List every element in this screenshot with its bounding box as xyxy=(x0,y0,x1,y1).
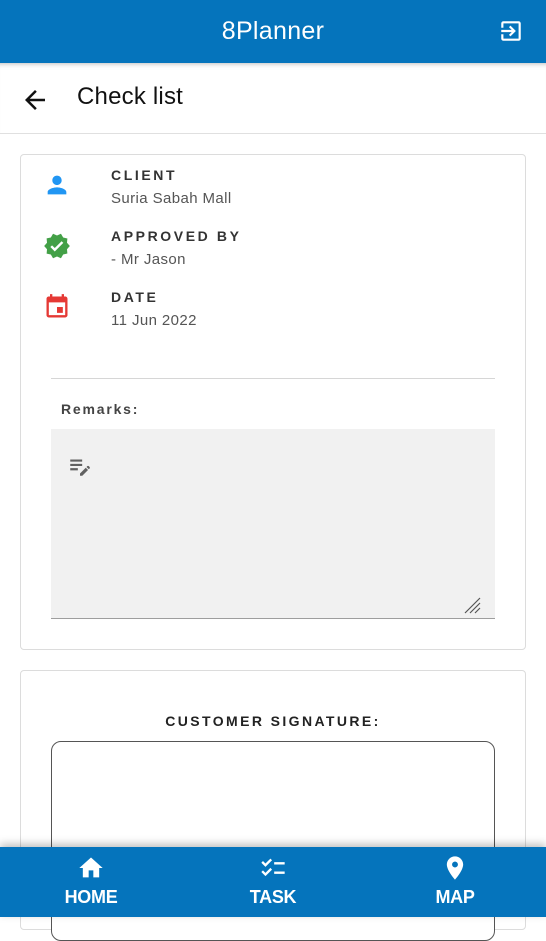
client-value: Suria Sabah Mall xyxy=(111,190,232,207)
verified-icon xyxy=(44,233,70,259)
app-bar: 8Planner xyxy=(0,0,546,63)
approved-by-value: - Mr Jason xyxy=(111,251,186,268)
client-label: CLIENT xyxy=(111,167,178,183)
approved-by-label: APPROVED BY xyxy=(111,228,242,244)
nav-map[interactable]: MAP xyxy=(364,847,546,917)
checklist-details-card: CLIENT Suria Sabah Mall APPROVED BY - Mr… xyxy=(20,154,526,650)
date-label: DATE xyxy=(111,289,159,305)
nav-home-label: HOME xyxy=(64,887,118,907)
person-icon xyxy=(47,175,67,195)
remarks-textarea[interactable] xyxy=(51,429,495,619)
nav-task[interactable]: TASK xyxy=(182,847,364,917)
page-header: Check list xyxy=(0,63,546,134)
resize-handle-icon[interactable] xyxy=(463,596,481,614)
page-title: Check list xyxy=(77,83,184,110)
nav-home[interactable]: HOME xyxy=(0,847,182,917)
divider xyxy=(51,378,495,379)
client-row: CLIENT Suria Sabah Mall xyxy=(21,167,525,217)
logout-icon[interactable] xyxy=(498,18,524,44)
calendar-icon xyxy=(46,294,68,318)
map-pin-icon xyxy=(446,856,464,880)
bottom-navigation: HOME TASK MAP xyxy=(0,847,546,917)
nav-map-label: MAP xyxy=(435,887,475,907)
app-title: 8Planner xyxy=(221,17,325,45)
signature-label: CUSTOMER SIGNATURE: xyxy=(165,713,381,729)
nav-task-label: TASK xyxy=(249,887,297,907)
remarks-label: Remarks: xyxy=(61,401,140,417)
edit-note-icon xyxy=(70,459,90,476)
checklist-icon xyxy=(261,858,285,877)
home-icon xyxy=(79,857,103,878)
date-value: 11 Jun 2022 xyxy=(111,312,197,329)
back-arrow-icon[interactable] xyxy=(20,85,50,115)
date-row: DATE 11 Jun 2022 xyxy=(21,289,525,339)
approved-by-row: APPROVED BY - Mr Jason xyxy=(21,228,525,278)
